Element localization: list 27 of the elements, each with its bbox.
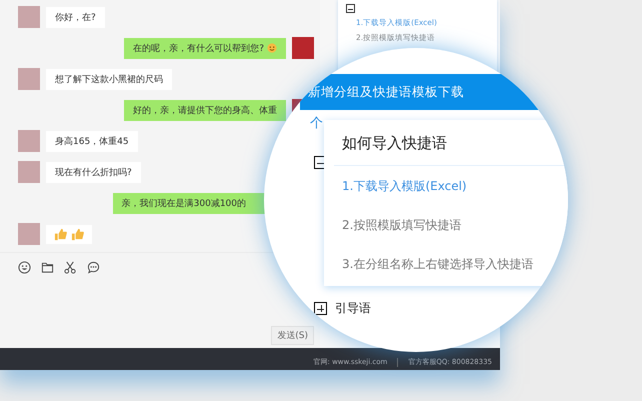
avatar-placeholder [18,68,40,90]
chat-message: 想了解下这款小黑裙的尺码 [46,68,172,90]
instruction-step: 3.在分组名称上右键选择导入快捷语 [334,244,568,283]
collapse-icon[interactable] [346,4,355,13]
chat-message: 好的，亲，请提供下您的身高、体重 [124,100,286,120]
emoji-icon[interactable] [18,261,31,274]
folder-icon[interactable] [41,261,54,274]
thumbs-up-icon [54,228,67,240]
avatar-placeholder [18,130,40,152]
chat-message: 现在有什么折扣吗? [46,162,141,182]
chat-message: 你好，在? [46,6,105,28]
group-label[interactable]: 引导语 [335,300,371,317]
avatar-placeholder [292,37,314,59]
expand-icon[interactable] [314,302,327,315]
chat-message: 在的呢，亲，有什么可以帮到您? [124,38,286,58]
avatar-placeholder [18,161,40,183]
send-button[interactable]: 发送(S) [271,326,314,345]
chat-message: 身高165，体重45 [46,130,138,152]
avatar-placeholder [18,223,40,245]
tab[interactable]: 个 [310,114,323,132]
avatar-placeholder [18,6,40,28]
instruction-step[interactable]: 1.下载导入模版(Excel) [334,166,568,205]
scissors-icon[interactable] [64,261,77,274]
thumbs-up-icon [71,228,84,240]
chat-bubble-icon[interactable] [87,261,100,274]
instruction-step: 2.按照模版填写快捷语 [334,205,568,244]
popup-title: 如何导入快捷语 [334,120,568,166]
